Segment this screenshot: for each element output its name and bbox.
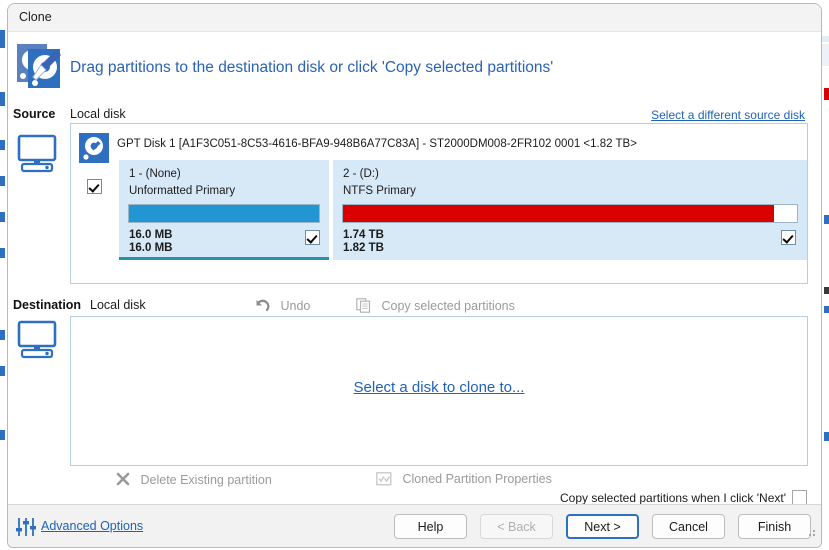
source-disk-description: GPT Disk 1 [A1F3C051-8C53-4616-BFA9-948B…	[117, 138, 637, 150]
checklist-icon	[376, 472, 392, 489]
clone-disk-icon	[15, 40, 65, 92]
partition-1-total-size: 16.0 MB	[129, 242, 172, 254]
partition-1-used-size: 16.0 MB	[129, 229, 172, 241]
source-disk-panel: GPT Disk 1 [A1F3C051-8C53-4616-BFA9-948B…	[70, 123, 808, 284]
help-button[interactable]: Help	[394, 514, 467, 539]
destination-disk-panel[interactable]: Select a disk to clone to...	[70, 316, 808, 466]
screen: Clone Drag partitions to the destination…	[0, 0, 829, 550]
copy-selected-partitions-button[interactable]: Copy selected partitions	[356, 298, 515, 316]
copy-selected-partitions-label: Copy selected partitions	[381, 299, 514, 313]
source-disk-kind-label: Local disk	[70, 107, 126, 121]
sliders-icon	[15, 516, 37, 543]
partition-2-checkbox[interactable]	[781, 230, 796, 250]
partition-2-used-size: 1.74 TB	[343, 229, 384, 241]
copy-pages-icon	[356, 298, 372, 316]
source-section-label: Source	[13, 107, 55, 121]
destination-computer-monitor-icon	[15, 319, 59, 366]
title-bar: Clone	[8, 4, 821, 32]
destination-section-label: Destination	[13, 298, 81, 312]
partition-2-name: 2 - (D:)	[343, 168, 379, 180]
cloned-partition-properties-label: Cloned Partition Properties	[402, 472, 551, 486]
source-disk-checkbox[interactable]	[87, 179, 102, 199]
source-computer-monitor-icon	[15, 133, 59, 180]
window-title: Clone	[19, 10, 52, 24]
hard-disk-icon	[79, 133, 109, 163]
partition-2-usage-bar	[342, 204, 798, 223]
cloned-partition-properties-button[interactable]: Cloned Partition Properties	[376, 472, 552, 489]
select-different-source-disk-link[interactable]: Select a different source disk	[651, 108, 805, 122]
advanced-options-link[interactable]: Advanced Options	[41, 519, 143, 533]
undo-label: Undo	[280, 299, 310, 313]
partition-1-usage-bar	[128, 204, 320, 223]
partition-1-type: Unformatted Primary	[129, 185, 235, 197]
finish-button[interactable]: Finish	[738, 514, 811, 539]
destination-disk-kind-label: Local disk	[90, 298, 146, 312]
select-disk-to-clone-to-link[interactable]: Select a disk to clone to...	[71, 379, 807, 396]
copy-on-next-checkbox[interactable]	[792, 490, 807, 505]
partition-1-checkbox[interactable]	[305, 230, 320, 250]
delete-existing-partition-button[interactable]: Delete Existing partition	[116, 472, 272, 489]
background-window-right-edge	[821, 0, 829, 550]
copy-on-next-label: Copy selected partitions when I click 'N…	[560, 491, 786, 505]
footer-bar: Advanced Options Help < Back Next > Canc…	[8, 504, 821, 547]
copy-on-next-row[interactable]: Copy selected partitions when I click 'N…	[560, 490, 807, 505]
cancel-button[interactable]: Cancel	[652, 514, 725, 539]
delete-existing-partition-label: Delete Existing partition	[140, 473, 271, 487]
partition-block-2[interactable]: 2 - (D:) NTFS Primary 1.74 TB 1.82 TB	[333, 160, 807, 260]
partition-block-1[interactable]: 1 - (None) Unformatted Primary 16.0 MB 1…	[119, 160, 329, 260]
back-button[interactable]: < Back	[480, 514, 553, 539]
undo-button[interactable]: Undo	[255, 298, 310, 316]
clone-dialog: Clone Drag partitions to the destination…	[7, 3, 822, 548]
instruction-text: Drag partitions to the destination disk …	[70, 59, 553, 77]
next-button[interactable]: Next >	[566, 514, 639, 539]
undo-arrow-icon	[255, 298, 271, 316]
resize-grip-icon[interactable]	[805, 525, 817, 543]
partition-2-type: NTFS Primary	[343, 185, 416, 197]
partition-1-name: 1 - (None)	[129, 168, 181, 180]
x-cross-icon	[116, 472, 130, 489]
partition-2-total-size: 1.82 TB	[343, 242, 384, 254]
